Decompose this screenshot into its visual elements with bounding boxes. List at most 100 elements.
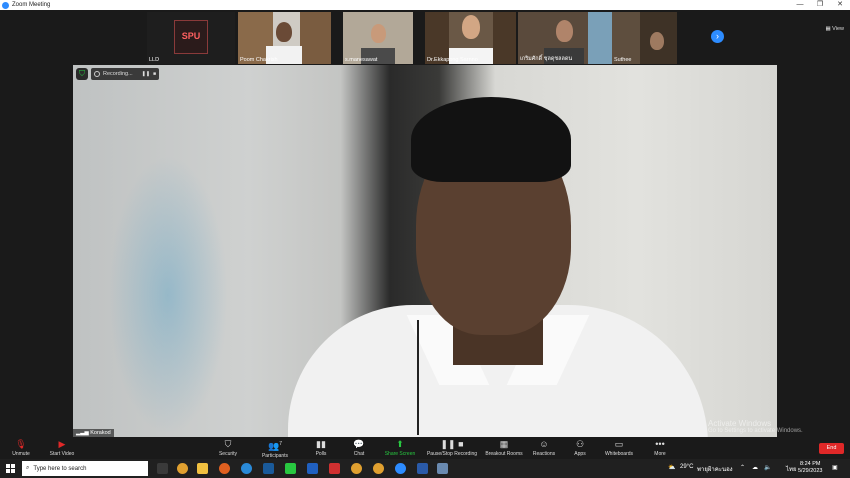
security-label: Security xyxy=(218,451,238,457)
weather-desc: พายุฝ้าคะนอง xyxy=(697,467,733,473)
meeting-toolbar: 🎙 Unmute ▶ Start Video ⛉ Security 👥7 Par… xyxy=(0,437,850,459)
whiteboards-label: Whiteboards xyxy=(604,451,634,457)
windows-start-icon[interactable] xyxy=(6,464,15,473)
chat-button[interactable]: 💬 Chat xyxy=(347,439,371,457)
chat-icon: 💬 xyxy=(353,439,365,449)
more-label: More xyxy=(654,451,666,457)
zoom-logo-icon xyxy=(2,1,9,9)
participant-thumb[interactable]: Suthee xyxy=(612,12,677,64)
mic-muted-icon: 🎙 xyxy=(15,439,27,449)
next-page-arrow-icon[interactable]: › xyxy=(711,30,724,43)
chrome-icon[interactable] xyxy=(351,463,362,474)
participant-thumb[interactable]: เกริมศักดิ์ ชุลดุชลลดน xyxy=(518,12,612,64)
breakout-rooms-button[interactable]: ▦ Breakout Rooms xyxy=(484,439,524,457)
participant-name: Poom Chakrish xyxy=(240,57,278,63)
share-screen-icon: ⬆ xyxy=(396,439,404,449)
pause-recording-icon[interactable]: ❚❚ xyxy=(142,71,150,77)
participant-thumb[interactable]: SPU LLD xyxy=(147,12,235,64)
chrome-icon[interactable] xyxy=(177,463,188,474)
tray-chevron-icon[interactable]: ⌃ xyxy=(740,464,745,471)
background-blur xyxy=(108,155,228,435)
task-view-icon[interactable] xyxy=(157,463,168,474)
breakout-rooms-label: Breakout Rooms xyxy=(485,451,523,457)
signal-icon: ▂▃▅ xyxy=(76,430,91,436)
maximize-button[interactable]: ❐ xyxy=(810,0,830,10)
participants-button[interactable]: 👥7 Participants xyxy=(258,439,292,459)
whiteboards-button[interactable]: ▭ Whiteboards xyxy=(602,439,636,457)
windows-taskbar: ⌕ Type here to search ⛅ 29°C พายุฝ้าคะนอ… xyxy=(0,459,850,478)
share-screen-button[interactable]: ⬆ Share Screen xyxy=(382,439,418,457)
speaker-name: Korakod xyxy=(90,430,111,436)
start-video-button[interactable]: ▶ Start Video xyxy=(44,439,80,457)
recording-label: Recording... xyxy=(103,71,133,77)
participant-name: เกริมศักดิ์ ชุลดุชลลดน xyxy=(520,56,573,62)
close-button[interactable]: ✕ xyxy=(830,0,850,10)
polls-button[interactable]: ▮▮ Polls xyxy=(309,439,333,457)
participant-thumb[interactable]: Poom Chakrish xyxy=(238,12,331,64)
taskbar-search-box[interactable]: ⌕ Type here to search xyxy=(22,461,148,476)
chrome-icon[interactable] xyxy=(373,463,384,474)
speaker-name-tag: ▂▃▅ Korakod xyxy=(73,429,114,437)
watermark-subtitle: Go to Settings to activate Windows. xyxy=(708,428,803,434)
recording-control-label: Pause/Stop Recording xyxy=(426,451,478,457)
spu-logo-text: SPU xyxy=(181,31,201,41)
word-icon[interactable] xyxy=(417,463,428,474)
chat-label: Chat xyxy=(353,451,365,457)
store-icon[interactable] xyxy=(329,463,340,474)
minimize-button[interactable]: — xyxy=(790,0,810,10)
pause-stop-icon: ❚❚ ■ xyxy=(440,439,464,449)
participants-strip: SPU LLD Poom Chakrish s.manesawat Dr.Ekk… xyxy=(0,10,850,65)
participant-thumb[interactable]: s.manesawat xyxy=(343,12,413,64)
participants-icon: 👥7 xyxy=(268,441,282,451)
line-icon[interactable] xyxy=(285,463,296,474)
more-button[interactable]: ••• More xyxy=(650,439,670,457)
app-icon[interactable] xyxy=(437,463,448,474)
participant-name: Suthee xyxy=(614,57,632,63)
main-video: ⛉ Recording... ❚❚ ■ ▂▃▅ Korakod xyxy=(73,65,777,437)
taskbar-clock[interactable]: 8:24 PM 5/29/2023 xyxy=(798,461,822,475)
edge-icon[interactable] xyxy=(241,463,252,474)
notifications-icon[interactable]: ▣ xyxy=(832,464,838,471)
firefox-icon[interactable] xyxy=(219,463,230,474)
volume-icon[interactable]: 🔈 xyxy=(764,464,771,471)
apps-button[interactable]: ⚇ Apps xyxy=(570,439,590,457)
weather-temp[interactable]: 29°C xyxy=(680,464,693,470)
pause-stop-recording-button[interactable]: ❚❚ ■ Pause/Stop Recording xyxy=(424,439,480,457)
view-button[interactable]: ▦ View xyxy=(825,26,844,32)
video-off-icon: ▶ xyxy=(58,439,66,449)
recording-pill: Recording... ❚❚ ■ xyxy=(91,68,160,80)
participant-thumb[interactable]: Dr.Ekkapong Sarnno xyxy=(425,12,516,64)
activate-windows-watermark: Activate Windows Go to Settings to activ… xyxy=(708,419,803,434)
title-bar: Zoom Meeting — ❐ ✕ xyxy=(0,0,850,10)
spu-logo-tile: SPU xyxy=(174,20,208,54)
reactions-button[interactable]: ☺ Reactions xyxy=(530,439,558,457)
participant-count: 7 xyxy=(279,441,282,447)
search-icon: ⌕ xyxy=(26,465,30,471)
recording-dot-icon xyxy=(94,71,100,77)
participant-name: Dr.Ekkapong Sarnno xyxy=(427,57,478,63)
polls-label: Polls xyxy=(315,451,327,457)
file-explorer-icon[interactable] xyxy=(197,463,208,474)
apps-icon: ⚇ xyxy=(575,439,585,449)
zoom-icon[interactable] xyxy=(395,463,406,474)
shield-icon: ⛉ xyxy=(224,439,232,449)
stop-recording-icon[interactable]: ■ xyxy=(153,71,156,77)
reactions-label: Reactions xyxy=(532,451,556,457)
input-language[interactable]: ไทย xyxy=(786,464,797,474)
clock-date: 5/29/2023 xyxy=(798,468,823,474)
security-button[interactable]: ⛉ Security xyxy=(213,439,243,457)
apps-label: Apps xyxy=(574,451,586,457)
weather-icon: ⛅ xyxy=(668,465,676,471)
unmute-label: Unmute xyxy=(12,451,30,457)
more-icon: ••• xyxy=(655,439,665,449)
unmute-button[interactable]: 🎙 Unmute xyxy=(8,439,34,457)
share-screen-label: Share Screen xyxy=(384,451,416,457)
mail-icon[interactable] xyxy=(307,463,318,474)
recording-indicator: ⛉ Recording... ❚❚ ■ xyxy=(76,68,160,80)
network-icon[interactable]: ☁ xyxy=(752,464,758,471)
end-meeting-button[interactable]: End xyxy=(819,443,844,454)
participant-name: LLD xyxy=(149,57,160,63)
window-title: Zoom Meeting xyxy=(12,2,51,8)
ie-icon[interactable] xyxy=(263,463,274,474)
shield-icon[interactable]: ⛉ xyxy=(76,68,88,80)
